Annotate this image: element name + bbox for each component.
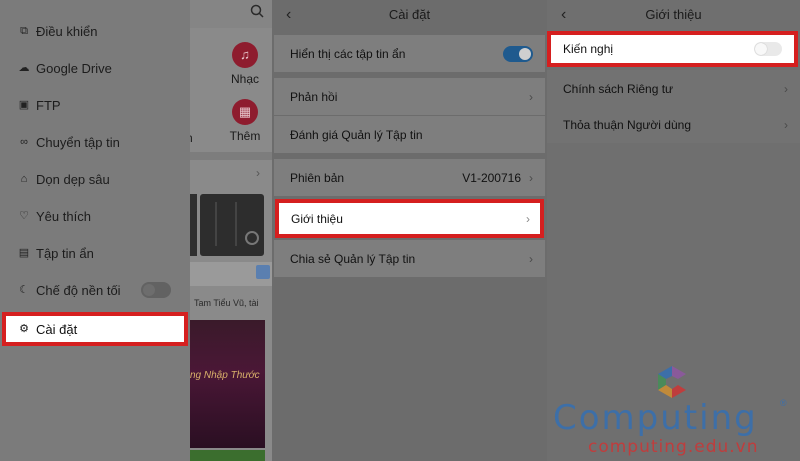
row-label: Phiên bản bbox=[290, 170, 345, 185]
settings-row-show-hidden[interactable]: Hiển thị các tập tin ẩn bbox=[274, 35, 545, 72]
drawer-item-label: Chuyển tập tin bbox=[36, 134, 120, 150]
drive-icon: ☁ bbox=[18, 62, 30, 74]
about-row-recommend[interactable]: Kiến nghị bbox=[547, 31, 798, 67]
heart-icon: ♡ bbox=[19, 210, 29, 222]
green-banner bbox=[190, 450, 265, 461]
music-app-label: Nhạc bbox=[230, 72, 259, 86]
drawer-item-favorites[interactable]: ♡ Yêu thích bbox=[0, 198, 190, 234]
remote-icon: ⧉ bbox=[20, 25, 28, 37]
settings-row-rate[interactable]: Đánh giá Quản lý Tập tin bbox=[274, 116, 545, 153]
moon-icon: ☾ bbox=[19, 284, 29, 296]
settings-row-about[interactable]: Giới thiệu › bbox=[275, 199, 544, 238]
music-app[interactable]: ♫ Nhạc bbox=[210, 42, 272, 86]
row-label: Phản hồi bbox=[290, 89, 338, 104]
watermark-registered: ® bbox=[780, 398, 787, 408]
drawer-item-label: FTP bbox=[36, 97, 61, 113]
row-label: Chia sẻ Quản lý Tập tin bbox=[290, 251, 416, 266]
drawer-item-remote[interactable]: ⧉ Điều khiển bbox=[0, 13, 190, 49]
music-note-icon: ♫ bbox=[232, 42, 258, 68]
drawer-item-label: Dọn dẹp sâu bbox=[36, 171, 110, 187]
row-label: Chính sách Riêng tư bbox=[563, 81, 674, 96]
page-title: Cài đặt bbox=[388, 7, 431, 22]
row-label: Kiến nghị bbox=[563, 42, 614, 56]
row-label: Thỏa thuận Người dùng bbox=[563, 117, 691, 132]
drawer-item-label: Yêu thích bbox=[36, 208, 91, 224]
watermark-logo-icon bbox=[652, 362, 692, 402]
chevron-right-icon: › bbox=[526, 211, 530, 226]
transfer-icon: ∞ bbox=[20, 136, 28, 148]
screenshot-stage: ♫ Nhạc ▦ Thêm n › Tam Tiểu Vũ, tài ng Nh… bbox=[0, 0, 800, 461]
app-thumbnail[interactable] bbox=[200, 194, 264, 256]
chevron-right-icon: › bbox=[784, 81, 788, 96]
row-label: Hiển thị các tập tin ẩn bbox=[290, 46, 406, 61]
watermark-url: computing.edu.vn bbox=[588, 437, 759, 457]
drawer-item-transfer[interactable]: ∞ Chuyển tập tin bbox=[0, 124, 190, 160]
grid-icon: ▦ bbox=[232, 99, 258, 125]
settings-row-feedback[interactable]: Phản hồi › bbox=[274, 78, 545, 115]
ftp-icon: ▣ bbox=[18, 99, 30, 111]
more-app-label: Thêm bbox=[229, 129, 261, 143]
video-thumbnail[interactable]: ng Nhập Thước bbox=[190, 320, 265, 448]
chevron-right-icon: › bbox=[529, 170, 533, 185]
drawer-item-settings[interactable]: ⚙ Cài đặt bbox=[2, 312, 188, 346]
drawer-item-label: Google Drive bbox=[36, 60, 112, 76]
row-label: Giới thiệu bbox=[291, 211, 343, 226]
version-value: V1-200716 bbox=[462, 170, 521, 185]
clean-icon: ⌂ bbox=[20, 173, 28, 185]
back-arrow-icon[interactable]: ‹ bbox=[561, 0, 566, 30]
about-row-terms[interactable]: Thỏa thuận Người dùng › bbox=[547, 106, 800, 143]
drawer-item-label: Cài đặt bbox=[36, 321, 78, 337]
drawer-item-hidden-files[interactable]: ▤ Tập tin ẩn bbox=[0, 235, 190, 271]
drawer-item-deep-clean[interactable]: ⌂ Dọn dẹp sâu bbox=[0, 161, 190, 197]
drawer-item-label: Chế độ nền tối bbox=[36, 282, 121, 298]
dark-mode-toggle[interactable] bbox=[141, 282, 171, 298]
chevron-right-icon[interactable]: › bbox=[256, 166, 260, 180]
chevron-right-icon: › bbox=[529, 251, 533, 266]
watermark-name: Computing bbox=[553, 398, 758, 438]
chevron-right-icon: › bbox=[784, 117, 788, 132]
thumbnail-edge bbox=[190, 194, 197, 256]
page-title: Giới thiệu bbox=[645, 7, 702, 22]
gear-icon: ⚙ bbox=[19, 323, 29, 335]
chevron-right-icon: › bbox=[529, 89, 533, 104]
ad-choices-icon[interactable] bbox=[256, 265, 270, 279]
drawer-panel: ♫ Nhạc ▦ Thêm n › Tam Tiểu Vũ, tài ng Nh… bbox=[0, 0, 272, 461]
hidden-file-icon: ▤ bbox=[18, 247, 30, 259]
drawer-item-label: Tập tin ẩn bbox=[36, 245, 94, 261]
about-row-privacy[interactable]: Chính sách Riêng tư › bbox=[547, 70, 800, 107]
toggle-knob bbox=[519, 47, 531, 60]
drawer-item-ftp[interactable]: ▣ FTP bbox=[0, 87, 190, 123]
back-arrow-icon[interactable]: ‹ bbox=[286, 0, 291, 30]
more-app[interactable]: ▦ Thêm bbox=[210, 99, 272, 143]
toggle-knob bbox=[143, 284, 155, 296]
navigation-drawer: ⧉ Điều khiển ☁ Google Drive ▣ FTP ∞ Chuy… bbox=[0, 0, 190, 461]
settings-header: ‹ Cài đặt bbox=[272, 0, 547, 30]
video-title: ng Nhập Thước bbox=[190, 370, 260, 381]
recommend-toggle[interactable] bbox=[754, 42, 782, 56]
row-label: Đánh giá Quản lý Tập tin bbox=[290, 127, 423, 142]
show-hidden-toggle[interactable] bbox=[503, 45, 533, 62]
drawer-item-label: Điều khiển bbox=[36, 23, 98, 39]
settings-row-version[interactable]: Phiên bản V1-200716 › bbox=[274, 159, 545, 196]
ad-text: Tam Tiểu Vũ, tài bbox=[194, 298, 259, 308]
about-header: ‹ Giới thiệu bbox=[547, 0, 800, 30]
toggle-knob bbox=[755, 43, 767, 55]
drawer-item-google-drive[interactable]: ☁ Google Drive bbox=[0, 50, 190, 86]
search-icon[interactable] bbox=[250, 4, 266, 20]
settings-row-share[interactable]: Chia sẻ Quản lý Tập tin › bbox=[274, 240, 545, 277]
home-divider bbox=[190, 152, 272, 160]
